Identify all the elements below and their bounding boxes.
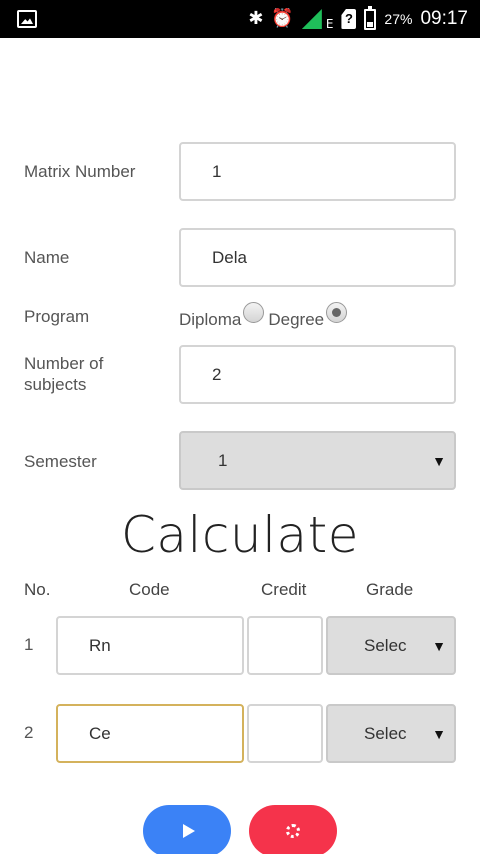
- calculate-title: Calculate: [120, 506, 360, 564]
- network-type: E: [325, 17, 334, 31]
- grade-value: Select: [364, 723, 406, 743]
- alarm-icon: ⏰: [271, 8, 294, 29]
- header-grade: Grade: [366, 580, 414, 599]
- name-input[interactable]: Dela: [179, 228, 456, 287]
- credit-input[interactable]: [247, 616, 323, 675]
- spinner-icon: [286, 824, 300, 838]
- code-input[interactable]: Ce: [56, 704, 244, 763]
- grade-select[interactable]: Select ▼: [326, 616, 456, 675]
- credit-input[interactable]: [247, 704, 323, 763]
- semester-label: Semester: [24, 452, 97, 471]
- header-credit: Credit: [261, 580, 307, 599]
- dropdown-arrow-icon: ▼: [432, 725, 446, 742]
- gallery-notification-icon: [17, 10, 37, 28]
- row-number: 1: [24, 635, 34, 654]
- clock: 09:17: [420, 8, 468, 29]
- code-input[interactable]: Rn: [56, 616, 244, 675]
- status-bar: ✱ ⏰ E ? 27% 09:17: [0, 0, 480, 38]
- grade-value: Select: [364, 635, 406, 655]
- semester-value: 1: [218, 450, 228, 470]
- reset-button[interactable]: [249, 805, 337, 854]
- dropdown-arrow-icon: ▼: [432, 452, 446, 469]
- calculate-button[interactable]: [143, 805, 231, 854]
- diploma-label: Diploma: [179, 310, 242, 329]
- name-label: Name: [24, 248, 70, 267]
- number-of-subjects-label-line1: Number of: [24, 354, 104, 373]
- dropdown-arrow-icon: ▼: [432, 637, 446, 654]
- row-number: 2: [24, 723, 34, 742]
- diploma-radio[interactable]: [243, 302, 265, 323]
- grade-select[interactable]: Select ▼: [326, 704, 456, 763]
- battery-icon: [364, 5, 377, 30]
- header-code: Code: [129, 580, 170, 599]
- status-icons: ✱ ⏰ E ? 27% 09:17: [248, 0, 468, 38]
- degree-label: Degree: [268, 310, 325, 329]
- battery-percent: 27%: [384, 11, 413, 27]
- degree-radio[interactable]: [326, 302, 348, 323]
- sim-icon: ?: [341, 9, 357, 29]
- number-of-subjects-label: Number of subjects: [24, 353, 103, 395]
- play-icon: [182, 824, 195, 838]
- matrix-number-input[interactable]: 1: [179, 142, 456, 201]
- number-of-subjects-input[interactable]: 2: [179, 345, 456, 404]
- program-radio-group: Diploma Degree: [179, 302, 351, 330]
- signal-icon: [301, 9, 322, 29]
- number-of-subjects-label-line2: subjects: [24, 375, 87, 394]
- bluetooth-icon: ✱: [248, 8, 264, 29]
- semester-select[interactable]: 1 ▼: [179, 431, 456, 490]
- matrix-number-label: Matrix Number: [24, 162, 136, 181]
- header-no: No.: [24, 580, 51, 599]
- program-label: Program: [24, 307, 90, 326]
